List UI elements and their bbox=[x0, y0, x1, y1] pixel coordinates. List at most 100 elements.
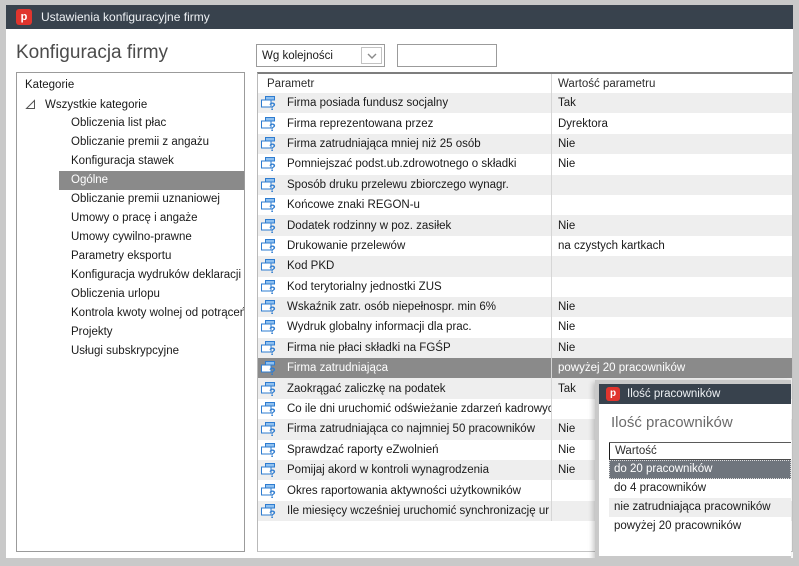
svg-text:?: ? bbox=[269, 101, 276, 111]
column-header-parametr[interactable]: Parametr bbox=[258, 78, 551, 90]
param-value bbox=[551, 195, 792, 215]
param-label: Pomniejszać podst.ub.zdrowotnego o skład… bbox=[287, 158, 517, 170]
param-row[interactable]: ?Końcowe znaki REGON-u bbox=[258, 195, 792, 215]
param-cell: ?Kod PKD bbox=[258, 256, 551, 276]
category-item[interactable]: Obliczanie premii z angażu bbox=[59, 133, 244, 152]
settings-window: p Ustawienia konfiguracyjne firmy Konfig… bbox=[0, 0, 799, 566]
filter-input[interactable] bbox=[397, 44, 497, 67]
category-item[interactable]: Umowy o pracę i angaże bbox=[59, 209, 244, 228]
param-label: Kod PKD bbox=[287, 260, 334, 272]
popup-option[interactable]: powyżej 20 pracowników bbox=[609, 517, 791, 536]
parameter-icon: ? bbox=[260, 381, 276, 397]
popup-option[interactable]: nie zatrudniająca pracowników bbox=[609, 498, 791, 517]
category-item[interactable]: Projekty bbox=[59, 323, 244, 342]
categories-header: Kategorie bbox=[17, 73, 244, 95]
param-label: Kod terytorialny jednostki ZUS bbox=[287, 281, 442, 293]
param-row[interactable]: ?Firma reprezentowana przezDyrektora bbox=[258, 113, 792, 133]
expand-triangle-icon[interactable] bbox=[25, 99, 36, 110]
parameter-icon: ? bbox=[260, 401, 276, 417]
param-row[interactable]: ?Drukowanie przelewówna czystych kartkac… bbox=[258, 236, 792, 256]
param-cell: ? Firma reprezentowana przez bbox=[258, 113, 551, 133]
param-label: Co ile dni uruchomić odświeżanie zdarzeń… bbox=[287, 403, 551, 415]
param-label: Końcowe znaki REGON-u bbox=[287, 199, 420, 211]
param-value: Nie bbox=[551, 154, 792, 174]
parameter-icon: ? bbox=[260, 340, 276, 356]
param-label: Drukowanie przelewów bbox=[287, 240, 405, 252]
svg-text:?: ? bbox=[269, 489, 276, 499]
param-row[interactable]: ? Firma zatrudniająca mniej niż 25 osób Ni… bbox=[258, 134, 792, 154]
popup-title: Ilość pracowników bbox=[627, 388, 720, 400]
popup-app-logo-icon: p bbox=[606, 387, 620, 401]
param-cell: ?Firma posiada fundusz socjalny bbox=[258, 93, 551, 113]
param-row[interactable]: ? Pomniejszać podst.ub.zdrowotnego o skła… bbox=[258, 154, 792, 174]
parameter-icon: ? bbox=[260, 319, 276, 335]
category-root-item[interactable]: Wszystkie kategorie bbox=[17, 95, 244, 114]
param-row[interactable]: ? Sposób druku przelewu zbiorczego wynagr… bbox=[258, 175, 792, 195]
svg-text:?: ? bbox=[269, 285, 276, 295]
window-title: Ustawienia konfiguracyjne firmy bbox=[41, 10, 210, 24]
window-titlebar[interactable]: p Ustawienia konfiguracyjne firmy bbox=[6, 5, 793, 29]
parameter-icon: ? bbox=[260, 156, 276, 172]
svg-text:?: ? bbox=[269, 325, 276, 335]
category-item[interactable]: Umowy cywilno-prawne bbox=[59, 228, 244, 247]
popup-titlebar[interactable]: p Ilość pracowników bbox=[599, 384, 791, 404]
param-row[interactable]: ?Dodatek rodzinny w poz. zasiłekNie bbox=[258, 215, 792, 235]
svg-text:?: ? bbox=[269, 224, 276, 234]
param-row[interactable]: ? Kod terytorialny jednostki ZUS bbox=[258, 277, 792, 297]
sort-order-dropdown[interactable]: Wg kolejności bbox=[256, 44, 385, 67]
svg-text:?: ? bbox=[269, 183, 276, 193]
param-value: Nie bbox=[551, 317, 792, 337]
param-cell: ?Firma nie płaci składki na FGŚP bbox=[258, 338, 551, 358]
category-item[interactable]: Ogólne bbox=[59, 171, 244, 190]
param-cell: ?Okres raportowania aktywności użytkowni… bbox=[258, 480, 551, 500]
category-item[interactable]: Obliczenia list płac bbox=[59, 114, 244, 133]
category-item[interactable]: Kontrola kwoty wolnej od potrąceń bbox=[59, 304, 244, 323]
svg-text:?: ? bbox=[269, 142, 276, 152]
param-label: Firma reprezentowana przez bbox=[287, 118, 433, 130]
param-value bbox=[551, 175, 792, 195]
param-row[interactable]: ?Firma nie płaci składki na FGŚPNie bbox=[258, 338, 792, 358]
parameter-icon: ? bbox=[260, 421, 276, 437]
param-cell: ?Końcowe znaki REGON-u bbox=[258, 195, 551, 215]
param-cell: ?Zaokrągać zaliczkę na podatek bbox=[258, 378, 551, 398]
param-label: Firma zatrudniająca bbox=[287, 362, 388, 374]
param-label: Pomijaj akord w kontroli wynagrodzenia bbox=[287, 464, 489, 476]
parameter-icon: ? bbox=[260, 442, 276, 458]
param-row[interactable]: ?Wskaźnik zatr. osób niepełnospr. min 6%… bbox=[258, 297, 792, 317]
category-item[interactable]: Parametry eksportu bbox=[59, 247, 244, 266]
parameter-icon: ? bbox=[260, 95, 276, 111]
param-label: Sposób druku przelewu zbiorczego wynagr. bbox=[287, 179, 509, 191]
parameter-icon: ? bbox=[260, 279, 276, 295]
param-row[interactable]: ?Firma zatrudniającapowyżej 20 pracownik… bbox=[258, 358, 792, 378]
category-item[interactable]: Obliczenia urlopu bbox=[59, 285, 244, 304]
category-item[interactable]: Konfiguracja stawek bbox=[59, 152, 244, 171]
svg-text:?: ? bbox=[269, 468, 276, 478]
param-row[interactable]: ?Kod PKD bbox=[258, 256, 792, 276]
param-row[interactable]: ? Wydruk globalny informacji dla prac. Nie bbox=[258, 317, 792, 337]
svg-text:?: ? bbox=[269, 407, 276, 417]
categories-panel: Kategorie Wszystkie kategorie Obliczenia… bbox=[16, 72, 245, 552]
popup-option[interactable]: do 4 pracowników bbox=[609, 479, 791, 498]
parameter-icon: ? bbox=[260, 462, 276, 478]
category-item[interactable]: Obliczanie premii uznaniowej bbox=[59, 190, 244, 209]
parameter-icon: ? bbox=[260, 218, 276, 234]
param-value: Tak bbox=[551, 93, 792, 113]
popup-column-header[interactable]: Wartość bbox=[609, 443, 791, 460]
column-header-wartosc[interactable]: Wartość parametru bbox=[551, 74, 792, 93]
param-label: Dodatek rodzinny w poz. zasiłek bbox=[287, 220, 451, 232]
svg-text:?: ? bbox=[269, 346, 276, 356]
parameter-icon: ? bbox=[260, 483, 276, 499]
popup-options: do 20 pracownikówdo 4 pracownikównie zat… bbox=[609, 460, 791, 536]
category-item[interactable]: Konfiguracja wydruków deklaracji bbox=[59, 266, 244, 285]
param-value bbox=[551, 277, 792, 297]
param-row[interactable]: ?Firma posiada fundusz socjalnyTak bbox=[258, 93, 792, 113]
param-value: Nie bbox=[551, 134, 792, 154]
category-item[interactable]: Usługi subskrypcyjne bbox=[59, 342, 244, 361]
popup-option[interactable]: do 20 pracowników bbox=[609, 460, 791, 479]
chevron-down-icon[interactable] bbox=[361, 47, 382, 64]
param-label: Firma zatrudniająca mniej niż 25 osób bbox=[287, 138, 481, 150]
popup-body: Ilość pracowników Wartość do 20 pracowni… bbox=[599, 404, 791, 556]
param-cell: ? Kod terytorialny jednostki ZUS bbox=[258, 277, 551, 297]
param-label: Wydruk globalny informacji dla prac. bbox=[287, 321, 472, 333]
svg-text:?: ? bbox=[269, 122, 276, 132]
